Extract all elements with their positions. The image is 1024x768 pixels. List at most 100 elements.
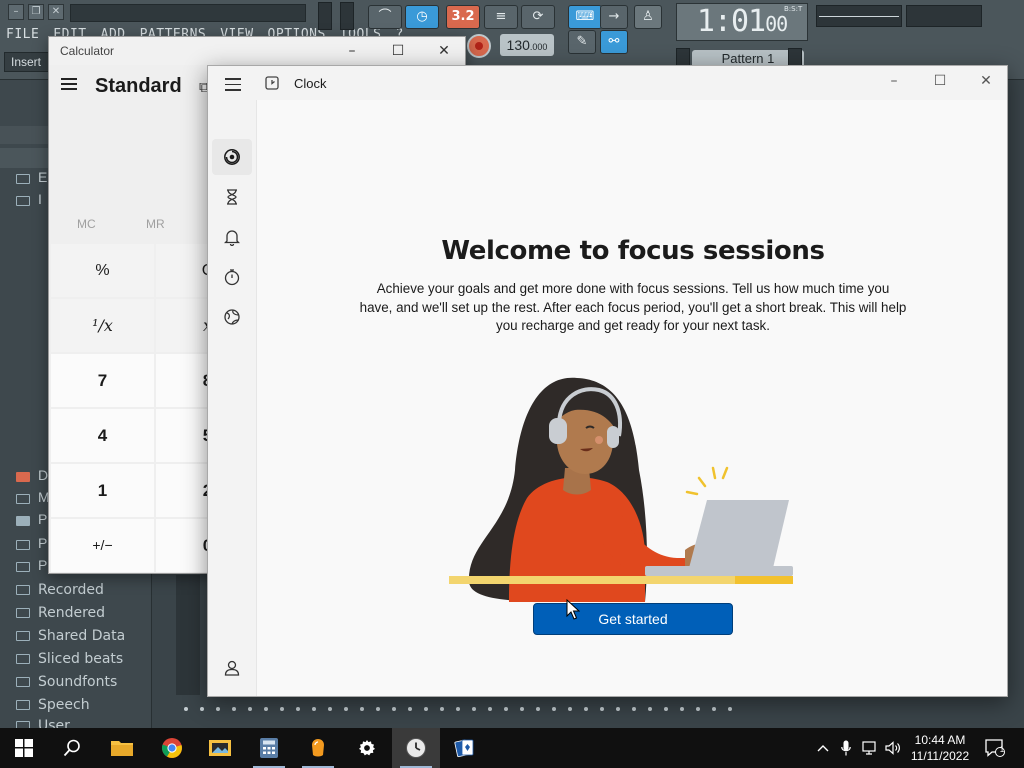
fl-time-ticks: 00 <box>765 12 788 36</box>
digit-4-button[interactable]: 4 <box>51 409 154 462</box>
calculator-close-button[interactable]: ✕ <box>421 37 465 65</box>
taskbar-file-explorer[interactable] <box>98 728 146 768</box>
reciprocal-button[interactable]: ¹/x <box>51 299 154 352</box>
action-center-button[interactable]: 1 <box>984 738 1006 758</box>
digit-7-button[interactable]: 7 <box>51 354 154 407</box>
clock-app-icon <box>406 738 426 758</box>
taskbar-fl-studio[interactable] <box>294 728 342 768</box>
fl-browser-fragment[interactable]: I <box>38 191 42 207</box>
fl-browser-fragment[interactable]: P <box>38 511 47 527</box>
nav-account[interactable] <box>212 650 252 686</box>
clock-close-button[interactable]: ✕ <box>963 66 1007 100</box>
fl-minimize-button[interactable]: – <box>8 4 24 20</box>
bell-icon <box>224 230 240 246</box>
chevron-up-icon <box>817 745 829 752</box>
mic-glyph <box>841 740 851 756</box>
taskbar-clock-display[interactable]: 10:44 AM 11/11/2022 <box>900 732 980 764</box>
taskbar-chrome[interactable] <box>148 728 196 768</box>
percent-button[interactable]: % <box>51 244 154 297</box>
fl-master-volume-slider[interactable] <box>318 2 332 30</box>
memory-recall-button[interactable]: MR <box>146 217 165 231</box>
nav-alarm[interactable] <box>212 219 252 255</box>
folder-icon <box>16 494 30 504</box>
negate-button[interactable]: +/− <box>51 519 154 572</box>
nav-stopwatch[interactable] <box>212 259 252 295</box>
digit-1-button[interactable]: 1 <box>51 464 154 517</box>
fl-record-button[interactable] <box>467 34 491 58</box>
taskbar-photos[interactable] <box>196 728 244 768</box>
taskbar-settings[interactable] <box>343 728 391 768</box>
fl-browser-item-label: Soundfonts <box>38 674 118 690</box>
account-icon <box>224 660 240 676</box>
folder-icon <box>16 608 30 618</box>
fl-loop-icon[interactable]: ⟳ <box>521 5 555 29</box>
nav-settings[interactable] <box>212 690 252 696</box>
taskbar-date: 11/11/2022 <box>910 749 970 763</box>
fl-brush-icon[interactable]: ✎ <box>568 30 596 54</box>
fl-typing-keyboard-icon[interactable]: ⌨ <box>568 5 602 29</box>
fl-insert-selector[interactable]: Insert <box>4 52 50 72</box>
fl-blend-icon[interactable]: ≡ <box>484 5 518 29</box>
nav-focus-sessions[interactable] <box>212 139 252 175</box>
start-button[interactable] <box>0 728 48 768</box>
fl-link-icon[interactable]: ⚯ <box>600 30 628 54</box>
folder-icon <box>16 516 30 526</box>
clock-app-icon <box>265 76 279 90</box>
fl-browser-fragment[interactable]: P <box>38 535 47 551</box>
taskbar-clock[interactable] <box>392 728 440 768</box>
fl-wait-icon[interactable]: ◷ <box>405 5 439 29</box>
fl-browser-item-user[interactable]: User <box>16 716 70 728</box>
calculator-mode-title: Standard <box>95 75 182 97</box>
fl-step-edit-icon[interactable]: → <box>600 5 628 29</box>
clock-window: Clock – ☐ ✕ Welcome to focus sessions Ac… <box>207 65 1008 697</box>
fl-browser-item-label: Shared Data <box>38 628 126 644</box>
fl-browser-item-shared-data[interactable]: Shared Data <box>16 626 125 646</box>
fl-snap-value[interactable]: 3.2 <box>446 5 480 29</box>
fl-tempo-value: 130 <box>506 37 530 53</box>
fl-browser-item-label: Sliced beats <box>38 651 124 667</box>
fl-tempo-display[interactable]: 130.000 <box>500 34 554 56</box>
taskbar-calculator[interactable] <box>245 728 293 768</box>
fl-tempo-decimal: .000 <box>529 42 548 52</box>
calculator-titlebar[interactable]: Calculator – ☐ ✕ <box>49 37 465 65</box>
fl-master-pitch-slider[interactable] <box>340 2 354 30</box>
fl-browser-fragment[interactable]: E <box>38 169 47 185</box>
hamburger-menu-icon[interactable] <box>61 78 77 92</box>
fl-browser-item-rendered[interactable]: Rendered <box>16 603 105 623</box>
nav-world-clock[interactable] <box>212 299 252 335</box>
network-icon[interactable] <box>861 739 879 757</box>
get-started-button[interactable]: Get started <box>533 603 733 635</box>
fl-studio-icon <box>312 739 324 757</box>
fl-browser-item-recorded[interactable]: Recorded <box>16 580 104 600</box>
fl-close-button[interactable]: ✕ <box>48 4 64 20</box>
tray-overflow-chevron-icon[interactable] <box>814 739 832 757</box>
microphone-icon[interactable] <box>837 739 855 757</box>
solitaire-icon <box>454 739 474 758</box>
fl-metronome-icon[interactable]: ⌒ <box>368 5 402 29</box>
fl-browser-fragment[interactable]: D <box>38 467 48 483</box>
taskbar-solitaire[interactable] <box>441 728 489 768</box>
focus-sessions-page: Welcome to focus sessions Achieve your g… <box>257 100 1007 696</box>
calculator-minimize-button[interactable]: – <box>329 37 375 65</box>
memory-clear-button[interactable]: MC <box>77 217 96 231</box>
fl-browser-item-soundfonts[interactable]: Soundfonts <box>16 672 117 692</box>
calculator-maximize-button[interactable]: ☐ <box>375 37 421 65</box>
taskbar-time: 10:44 AM <box>914 733 966 747</box>
fl-browser-fragment[interactable]: P <box>38 557 47 573</box>
fl-browser-item-label: Recorded <box>38 582 104 598</box>
fl-browser-item-label: Rendered <box>38 605 106 621</box>
folder-icon <box>16 472 30 482</box>
clock-minimize-button[interactable]: – <box>871 66 917 100</box>
nav-timer[interactable] <box>212 179 252 215</box>
fl-oscilloscope <box>816 5 902 27</box>
clock-maximize-button[interactable]: ☐ <box>917 66 963 100</box>
clock-titlebar[interactable]: Clock – ☐ ✕ <box>208 66 1007 100</box>
hamburger-menu-icon[interactable] <box>225 78 241 91</box>
fl-countdown-icon[interactable]: ♙ <box>634 5 662 29</box>
fl-restore-button[interactable]: ❐ <box>28 4 44 20</box>
folder-icon <box>16 585 30 595</box>
search-button[interactable] <box>48 728 96 768</box>
fl-browser-item-sliced-beats[interactable]: Sliced beats <box>16 649 123 669</box>
fl-menu-file[interactable]: FILE <box>6 27 39 45</box>
fl-browser-item-speech[interactable]: Speech <box>16 695 90 715</box>
